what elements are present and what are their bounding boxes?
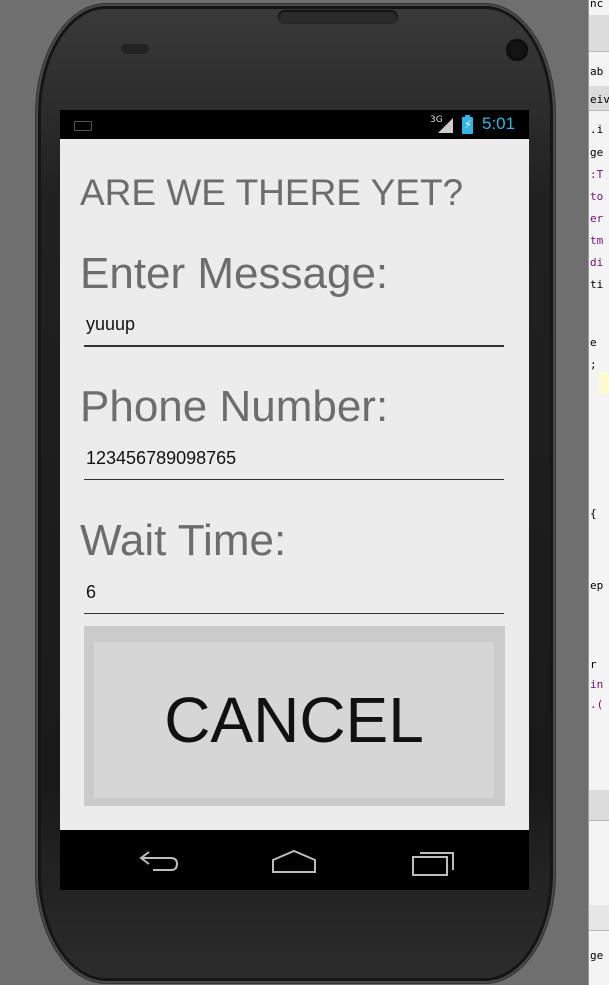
status-clock: 5:01 xyxy=(482,114,516,133)
ide-code-line: er xyxy=(590,212,604,225)
app-content: ARE WE THERE YET? Enter Message: Phone N… xyxy=(60,139,529,830)
signal-icon xyxy=(438,118,453,133)
phone-number-label: Phone Number: xyxy=(80,382,389,431)
ide-code-line: di xyxy=(590,256,604,269)
ide-panel-divider xyxy=(589,790,609,821)
page-title: ARE WE THERE YET? xyxy=(80,172,464,213)
proximity-sensor xyxy=(121,44,149,54)
ide-current-line-highlight xyxy=(599,372,609,394)
ide-code-line: ; xyxy=(590,358,597,371)
phone-number-field-container xyxy=(84,441,504,480)
message-input[interactable] xyxy=(84,307,496,341)
ide-code-line: e xyxy=(590,336,597,349)
device-screen: 3G ⚡ 5:01 ARE WE THERE YET? Enter Messag… xyxy=(60,110,529,890)
message-label: Enter Message: xyxy=(80,249,389,298)
keyboard-icon xyxy=(74,121,92,131)
ide-code-line: { xyxy=(590,507,597,520)
battery-charging-icon: ⚡ xyxy=(462,115,473,134)
ide-code-line: .( xyxy=(590,698,604,711)
ide-code-line: ab xyxy=(590,65,604,78)
navigation-bar xyxy=(60,830,529,890)
phone-number-input[interactable] xyxy=(84,441,496,475)
recent-apps-icon[interactable] xyxy=(410,848,456,878)
ide-code-line: nc xyxy=(590,0,604,10)
back-icon[interactable] xyxy=(135,848,179,876)
ide-code-line: to xyxy=(590,190,604,203)
cancel-button-label: CANCEL xyxy=(94,642,494,798)
ide-code-line: tm xyxy=(590,234,604,247)
ide-code-line: eiv xyxy=(590,93,609,106)
ide-toolbar xyxy=(589,15,609,52)
wait-time-label: Wait Time: xyxy=(80,516,287,565)
home-icon[interactable] xyxy=(270,848,318,876)
status-bar: 3G ⚡ 5:01 xyxy=(60,110,529,139)
ide-panel-divider xyxy=(589,905,609,931)
cancel-button[interactable]: CANCEL xyxy=(84,626,505,806)
wait-time-input[interactable] xyxy=(84,575,496,609)
ide-code-line: ti xyxy=(590,278,604,291)
ide-code-line: in xyxy=(590,678,604,691)
ide-code-line: r xyxy=(590,658,597,671)
earpiece-speaker xyxy=(278,10,398,24)
message-field-container xyxy=(84,307,504,347)
front-camera xyxy=(506,39,528,61)
ide-code-line: ge xyxy=(590,949,604,962)
ide-editor-strip: nc ab eiv .i ge :T to er tm di ti e ; { … xyxy=(588,0,609,985)
ide-code-line: .i xyxy=(590,123,604,136)
ide-code-line: :T xyxy=(590,168,604,181)
ide-code-line: ge xyxy=(590,146,604,159)
wait-time-field-container xyxy=(84,575,504,614)
ide-code-line: ep xyxy=(590,579,604,592)
